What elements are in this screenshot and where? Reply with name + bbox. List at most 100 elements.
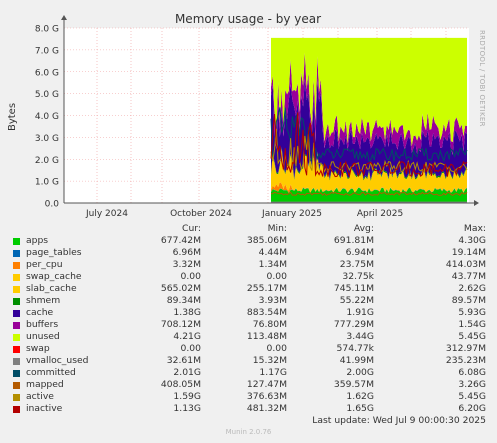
- y-tick-label: 8.0 G: [35, 25, 59, 35]
- legend-label: buffers: [26, 319, 59, 330]
- chart-title: Memory usage - by year: [175, 12, 321, 26]
- legend-row-inactive: inactive 1.13G 481.32M 1.65G 6.20G: [0, 403, 497, 415]
- legend-value: 15.32M: [252, 355, 287, 366]
- y-tick-label: 4.0 G: [35, 112, 59, 122]
- legend-value: 5.93G: [458, 307, 486, 318]
- legend-row-mapped: mapped 408.05M 127.47M 359.57M 3.26G: [0, 379, 497, 391]
- legend-value: 235.23M: [445, 355, 486, 366]
- legend-value: 1.13G: [173, 403, 201, 414]
- legend-label: apps: [26, 235, 49, 246]
- x-axis-arrow: [474, 200, 479, 206]
- legend-row-swap_cache: swap_cache 0.00 0.00 32.75k 43.77M: [0, 271, 497, 283]
- legend-label: swap: [26, 343, 50, 354]
- y-tick-label: 2.0 G: [35, 156, 59, 166]
- y-tick-label: 5.0 G: [35, 90, 59, 100]
- legend-value: 1.62G: [346, 391, 374, 402]
- legend-swatch: [13, 286, 20, 293]
- legend-value: 691.81M: [333, 235, 374, 246]
- legend-row-committed: committed 2.01G 1.17G 2.00G 6.08G: [0, 367, 497, 379]
- legend-swatch: [13, 274, 20, 281]
- legend-value: 745.11M: [333, 283, 374, 294]
- legend-value: 883.54M: [246, 307, 287, 318]
- legend-swatch: [13, 310, 20, 317]
- legend-label: committed: [26, 367, 76, 378]
- legend-value: 359.57M: [333, 379, 374, 390]
- legend-value: 414.03M: [445, 259, 486, 270]
- legend-value: 708.12M: [160, 319, 201, 330]
- legend-value: 481.32M: [246, 403, 287, 414]
- x-tick-label: April 2025: [357, 209, 403, 219]
- x-tick-label: January 2025: [261, 209, 322, 219]
- y-tick-label: 0.0: [45, 200, 60, 210]
- legend-value: 312.97M: [445, 343, 486, 354]
- legend-value: 6.20G: [458, 403, 486, 414]
- y-tick-label: 7.0 G: [35, 46, 59, 56]
- legend-swatch: [13, 298, 20, 305]
- legend-swatch: [13, 334, 20, 341]
- y-tick-label: 3.0 G: [35, 134, 59, 144]
- munin-version: Munin 2.0.76: [225, 428, 272, 436]
- legend-label: mapped: [26, 379, 64, 390]
- legend-value: 385.06M: [246, 235, 287, 246]
- legend-row-buffers: buffers 708.12M 76.80M 777.29M 1.54G: [0, 319, 497, 331]
- legend-row-page_tables: page_tables 6.96M 4.44M 6.94M 19.14M: [0, 247, 497, 259]
- legend-value: 2.00G: [346, 367, 374, 378]
- legend-label: cache: [26, 307, 54, 318]
- legend-value: 1.65G: [346, 403, 374, 414]
- legend-value: 777.29M: [333, 319, 374, 330]
- memory-chart: Memory usage - by year Bytes 0.0 1.0 G 2.0…: [7, 12, 479, 219]
- legend-value: 3.93M: [258, 295, 287, 306]
- legend-value: 4.21G: [173, 331, 201, 342]
- legend-row-swap: swap 0.00 0.00 574.77k 312.97M: [0, 343, 497, 355]
- legend-value: 19.14M: [451, 247, 486, 258]
- legend-value: 1.38G: [173, 307, 201, 318]
- legend-label: page_tables: [26, 247, 82, 258]
- legend-value: 113.48M: [246, 331, 287, 342]
- legend-value: 2.01G: [173, 367, 201, 378]
- legend-value: 574.77k: [336, 343, 374, 354]
- legend-swatch: [13, 394, 20, 401]
- legend-value: 32.61M: [166, 355, 201, 366]
- legend-value: 3.44G: [346, 331, 374, 342]
- legend-swatch: [13, 238, 20, 245]
- legend-value: 41.99M: [339, 355, 374, 366]
- legend-value: 0.00: [180, 343, 201, 354]
- legend-value: 6.96M: [172, 247, 201, 258]
- legend-row-apps: apps 677.42M 385.06M 691.81M 4.30G: [0, 235, 497, 247]
- legend-label: slab_cache: [26, 283, 77, 294]
- header-cur: Cur:: [182, 223, 201, 234]
- legend-swatch: [13, 382, 20, 389]
- legend-row-active: active 1.59G 376.63M 1.62G 5.45G: [0, 391, 497, 403]
- legend-swatch: [13, 262, 20, 269]
- legend-value: 43.77M: [451, 271, 486, 282]
- legend-swatch: [13, 322, 20, 329]
- x-tick-label: October 2024: [170, 209, 232, 219]
- legend-value: 255.17M: [246, 283, 287, 294]
- legend-swatch: [13, 250, 20, 257]
- legend-value: 5.45G: [458, 391, 486, 402]
- legend-value: 4.44M: [258, 247, 287, 258]
- header-max: Max:: [463, 223, 486, 234]
- legend-value: 32.75k: [342, 271, 374, 282]
- legend-value: 4.30G: [458, 235, 486, 246]
- legend-swatch: [13, 358, 20, 365]
- legend-label: shmem: [26, 295, 61, 306]
- y-tick-label: 1.0 G: [35, 178, 59, 188]
- legend-value: 1.54G: [458, 319, 486, 330]
- legend-swatch: [13, 370, 20, 377]
- legend-value: 0.00: [180, 271, 201, 282]
- legend-value: 0.00: [266, 271, 287, 282]
- legend-value: 677.42M: [160, 235, 201, 246]
- y-tick-label: 6.0 G: [35, 68, 59, 78]
- legend-value: 23.75M: [339, 259, 374, 270]
- legend-value: 3.32M: [172, 259, 201, 270]
- legend-value: 127.47M: [246, 379, 287, 390]
- x-tick-label: July 2024: [85, 209, 128, 219]
- legend-label: per_cpu: [26, 259, 63, 270]
- legend-value: 1.59G: [173, 391, 201, 402]
- legend-value: 76.80M: [252, 319, 287, 330]
- legend-value: 0.00: [266, 343, 287, 354]
- legend-value: 6.94M: [345, 247, 374, 258]
- legend-value: 1.91G: [346, 307, 374, 318]
- legend-swatch: [13, 346, 20, 353]
